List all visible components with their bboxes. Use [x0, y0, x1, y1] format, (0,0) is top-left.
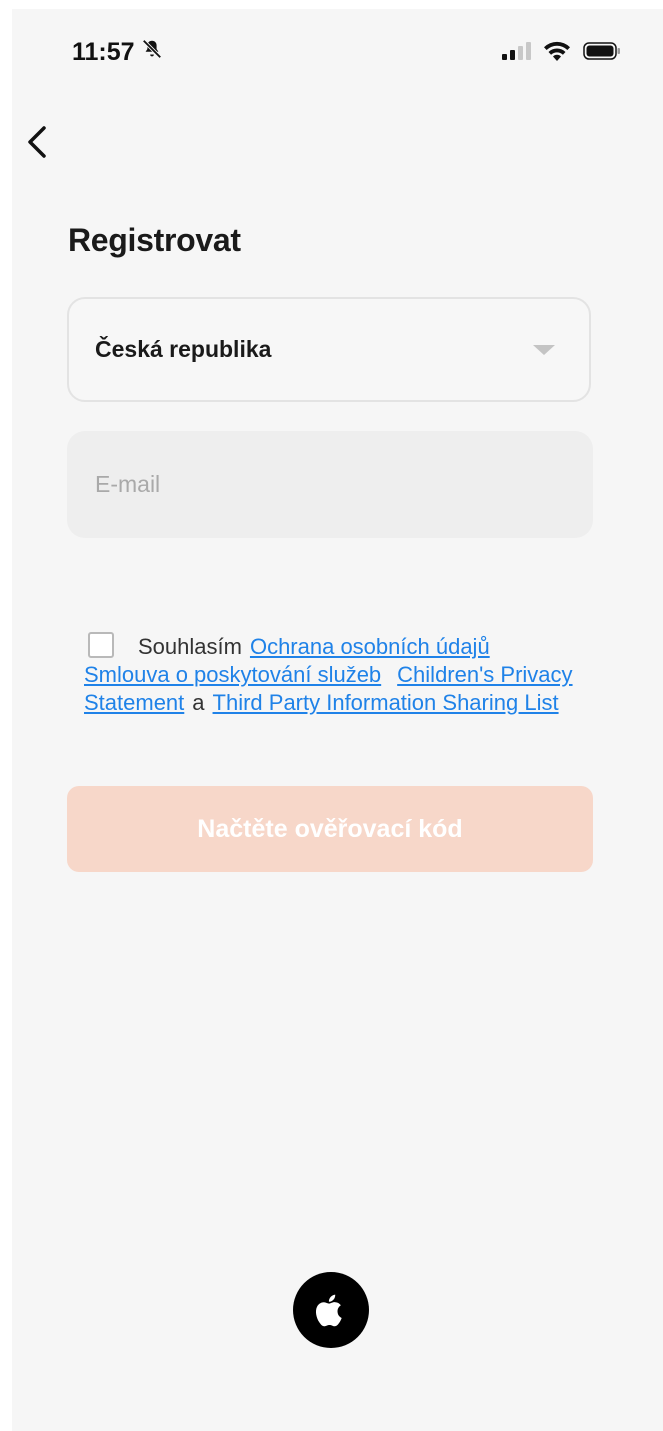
battery-icon: [583, 41, 621, 66]
service-agreement-link[interactable]: Smlouva o poskytování služeb: [84, 662, 381, 687]
privacy-link[interactable]: Ochrana osobních údajů: [250, 634, 490, 659]
consent-checkbox[interactable]: [88, 632, 114, 658]
consent-text: Souhlasím Ochrana osobních údajů Smlouva o…: [84, 632, 584, 717]
clock: 11:57: [72, 38, 135, 66]
wifi-icon: [543, 40, 571, 67]
page-title: Registrovat: [68, 222, 241, 258]
back-button[interactable]: [18, 120, 52, 164]
country-select[interactable]: Česká republika: [67, 297, 591, 402]
apple-icon: [315, 1294, 342, 1327]
status-bar-time: 11:57: [72, 38, 163, 67]
email-input[interactable]: [67, 431, 593, 538]
chevron-left-icon: [28, 126, 46, 158]
get-verification-code-button[interactable]: Načtěte ověřovací kód: [67, 786, 593, 872]
apple-login-button[interactable]: [293, 1272, 369, 1348]
status-icons: [501, 40, 621, 67]
consent-conjunction: a: [192, 690, 205, 715]
caret-down-icon: [533, 345, 555, 355]
consent-prefix: Souhlasím: [138, 634, 242, 659]
country-select-value: Česká republika: [95, 336, 272, 362]
signal-icon: [501, 41, 531, 66]
third-party-sharing-link[interactable]: Third Party Information Sharing List: [213, 690, 559, 715]
bell-slash-icon: [141, 38, 163, 67]
